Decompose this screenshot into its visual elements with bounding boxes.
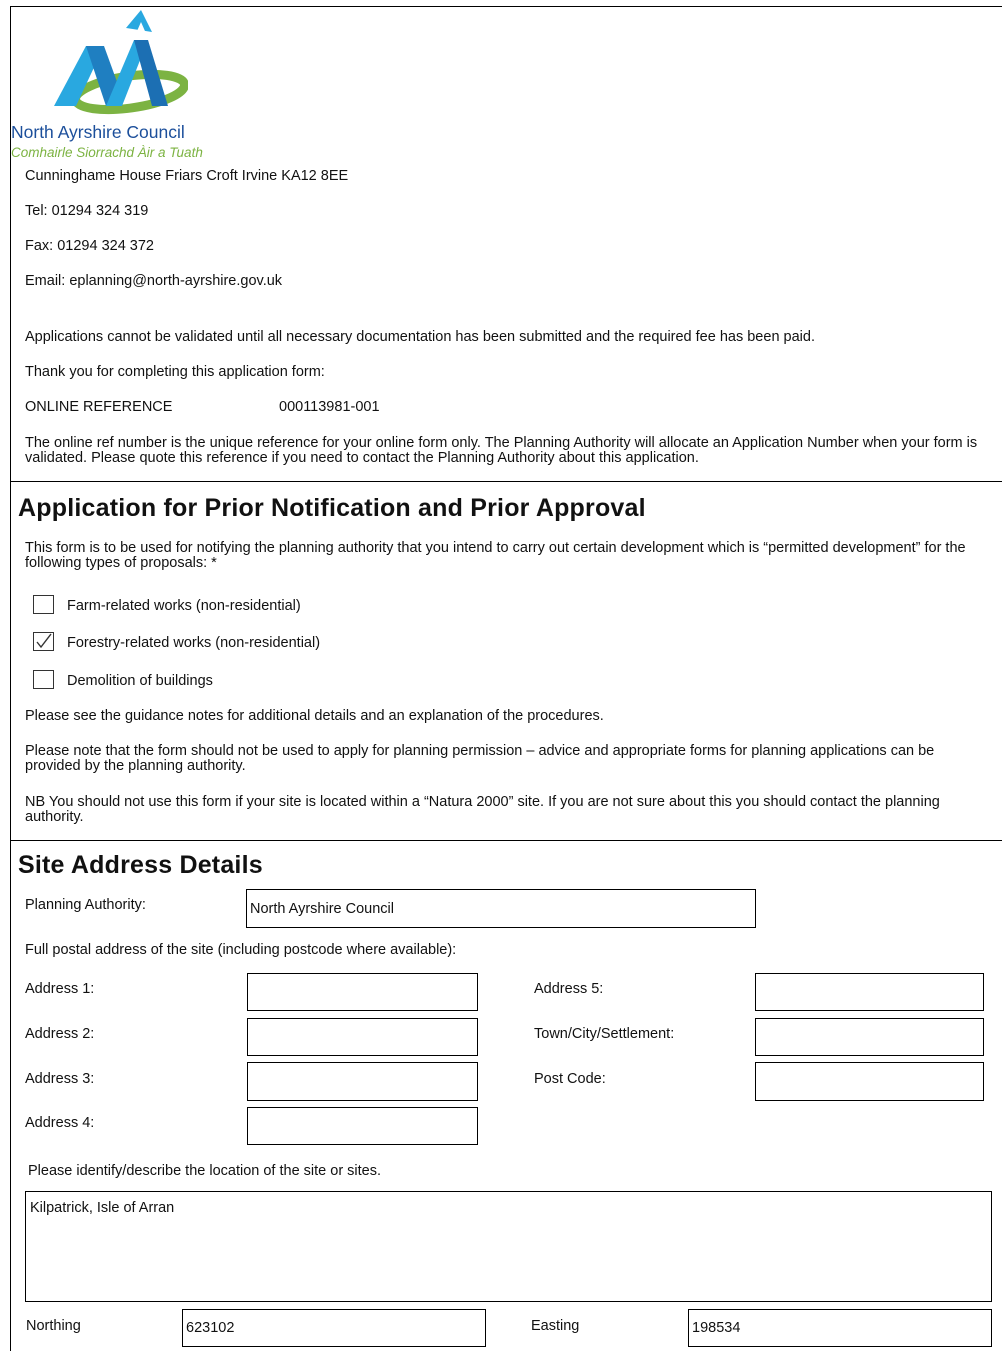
reference-note: The online ref number is the unique refe…: [25, 435, 978, 466]
address2-field[interactable]: [247, 1018, 478, 1056]
council-logo-graphic: [54, 10, 190, 115]
council-gaelic-name: Comhairle Siorrachd Àir a Tuath: [11, 145, 203, 160]
council-name: North Ayrshire Council: [11, 122, 185, 142]
online-reference-label: ONLINE REFERENCE: [25, 399, 173, 415]
address3-label: Address 3:: [25, 1071, 95, 1087]
guidance-note: Please see the guidance notes for additi…: [25, 708, 604, 724]
validation-note: Applications cannot be validated until a…: [25, 329, 815, 345]
natura-note: NB You should not use this form if your …: [25, 794, 940, 825]
northing-field[interactable]: 623102: [182, 1309, 486, 1347]
demolition-checkbox[interactable]: [33, 670, 54, 689]
easting-label: Easting: [531, 1318, 580, 1334]
council-address: Cunninghame House Friars Croft Irvine KA…: [25, 168, 349, 184]
address5-label: Address 5:: [534, 981, 604, 997]
checkmark-icon: [36, 633, 52, 649]
location-prompt: Please identify/describe the location of…: [28, 1163, 382, 1179]
council-email: Email: eplanning@north-ayrshire.gov.uk: [25, 273, 283, 289]
farm-works-checkbox[interactable]: [33, 595, 54, 614]
planning-permission-note: Please note that the form should not be …: [25, 743, 935, 774]
section-divider: [10, 481, 1002, 482]
town-label: Town/City/Settlement:: [534, 1026, 675, 1042]
online-reference-value: 000113981-001: [279, 399, 380, 415]
address4-label: Address 4:: [25, 1115, 95, 1131]
postal-address-prompt: Full postal address of the site (includi…: [25, 942, 457, 958]
planning-authority-field[interactable]: North Ayrshire Council: [246, 889, 756, 928]
site-location-textarea[interactable]: Kilpatrick, Isle of Arran: [25, 1191, 992, 1302]
address1-label: Address 1:: [25, 981, 95, 997]
prior-notification-title: Application for Prior Notification and P…: [18, 494, 646, 522]
council-fax: Fax: 01294 324 372: [25, 238, 154, 254]
forestry-works-label: Forestry-related works (non-residential): [67, 635, 321, 651]
address1-field[interactable]: [247, 973, 478, 1011]
easting-field[interactable]: 198534: [688, 1309, 992, 1347]
address2-label: Address 2:: [25, 1026, 95, 1042]
planning-authority-label: Planning Authority:: [25, 897, 146, 913]
section-divider: [10, 840, 1002, 841]
address5-field[interactable]: [755, 973, 984, 1011]
site-address-title: Site Address Details: [18, 851, 263, 879]
postcode-field[interactable]: [755, 1062, 984, 1101]
town-field[interactable]: [755, 1018, 984, 1056]
thanks-text: Thank you for completing this applicatio…: [25, 364, 325, 380]
postcode-label: Post Code:: [534, 1071, 606, 1087]
prior-notification-description: This form is to be used for notifying th…: [25, 540, 966, 571]
forestry-works-checkbox[interactable]: [33, 632, 54, 651]
address3-field[interactable]: [247, 1062, 478, 1101]
address4-field[interactable]: [247, 1107, 478, 1145]
northing-label: Northing: [26, 1318, 81, 1334]
council-tel: Tel: 01294 324 319: [25, 203, 149, 219]
demolition-label: Demolition of buildings: [67, 673, 213, 689]
council-logo: [48, 10, 190, 122]
farm-works-label: Farm-related works (non-residential): [67, 598, 301, 614]
